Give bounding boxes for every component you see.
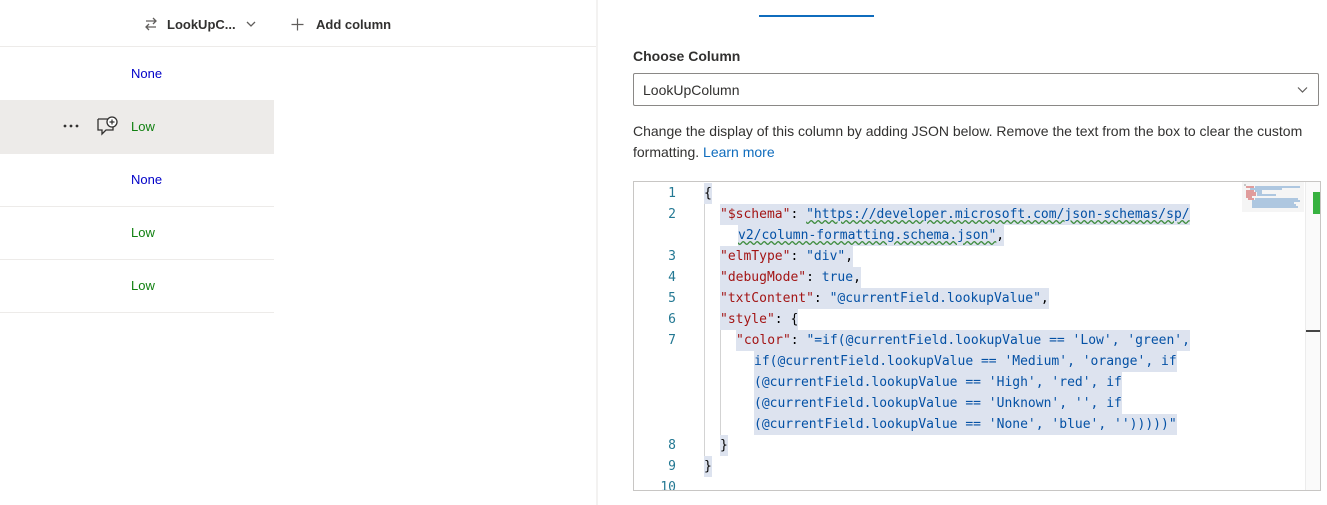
table-row[interactable]: None: [0, 48, 274, 101]
code-line-wrap: (@currentField.lookupValue == 'None', 'b…: [634, 414, 1306, 435]
line-number: 10: [660, 480, 676, 491]
code-minimap[interactable]: [1242, 182, 1304, 212]
code-line-wrap: if(@currentField.lookupValue == 'Medium'…: [634, 351, 1306, 372]
code-text: }: [720, 435, 728, 456]
lookup-cell: None: [131, 172, 163, 187]
code-line: 4 "debugMode": true,: [634, 267, 1306, 288]
column-dropdown-value: LookUpColumn: [643, 82, 740, 98]
schema-link[interactable]: "https://developer.microsoft.com/json-sc…: [806, 207, 1190, 222]
editor-scrollbar[interactable]: [1305, 182, 1320, 490]
code-text: "elmType": "div",: [720, 246, 854, 267]
line-number: 8: [668, 438, 676, 453]
scroll-position-marker: [1306, 330, 1320, 332]
line-number: 2: [668, 207, 676, 222]
line-number: 5: [668, 291, 676, 306]
line-number: 6: [668, 312, 676, 327]
add-column-label: Add column: [316, 16, 392, 32]
code-line-wrap: (@currentField.lookupValue == 'Unknown',…: [634, 393, 1306, 414]
list-view: LookUpC... Add column None Low None Low: [0, 0, 598, 505]
format-description: Change the display of this column by add…: [633, 121, 1323, 163]
code-text: (@currentField.lookupValue == 'None', 'b…: [754, 414, 1177, 435]
table-row[interactable]: Low: [0, 207, 274, 260]
code-text: }: [704, 456, 712, 477]
code-line: 9 }: [634, 456, 1306, 477]
plus-icon: [291, 18, 304, 30]
code-line: 2 "$schema": "https://developer.microsof…: [634, 204, 1306, 225]
lookup-cell: Low: [131, 225, 155, 240]
code-text: "$schema": "https://developer.microsoft.…: [720, 204, 1190, 225]
column-header-lookup[interactable]: LookUpC...: [143, 15, 256, 33]
lookup-arrows-icon: [145, 17, 157, 31]
json-code-editor[interactable]: 1 { 2 "$schema": "https://developer.micr…: [633, 181, 1321, 491]
code-line-wrap: (@currentField.lookupValue == 'High', 'r…: [634, 372, 1306, 393]
code-text: if(@currentField.lookupValue == 'Medium'…: [754, 351, 1177, 372]
lookup-cell: Low: [131, 119, 155, 134]
table-row[interactable]: Low: [0, 260, 274, 313]
indent-guide: [704, 204, 705, 456]
line-number: 7: [668, 333, 676, 348]
learn-more-link[interactable]: Learn more: [703, 144, 775, 160]
lookup-cell: None: [131, 66, 163, 81]
table-row[interactable]: Low: [0, 101, 274, 154]
more-icon[interactable]: [62, 123, 80, 129]
code-text: "txtContent": "@currentField.lookupValue…: [720, 288, 1049, 309]
indent-guide: [720, 330, 721, 435]
lookup-cell: Low: [131, 278, 155, 293]
comment-add-icon[interactable]: [96, 116, 118, 136]
code-text: "style": {: [720, 309, 799, 330]
code-text: "color": "=if(@currentField.lookupValue …: [736, 330, 1190, 351]
code-text: (@currentField.lookupValue == 'High', 'r…: [754, 372, 1122, 393]
schema-link[interactable]: v2/column-formatting.schema.json": [738, 228, 996, 243]
active-tab-indicator: [759, 15, 874, 17]
table-row[interactable]: None: [0, 154, 274, 207]
code-line: 3 "elmType": "div",: [634, 246, 1306, 267]
column-header-lookup-label: LookUpC...: [167, 16, 236, 32]
code-line: 5 "txtContent": "@currentField.lookupVal…: [634, 288, 1306, 309]
code-text: {: [704, 183, 712, 204]
scroll-thumb[interactable]: [1313, 192, 1320, 214]
code-line: 10: [634, 477, 1306, 491]
chevron-down-icon: [1297, 87, 1308, 93]
line-number: 9: [668, 459, 676, 474]
format-column-panel: Choose Column LookUpColumn Change the di…: [598, 0, 1327, 505]
line-number: 4: [668, 270, 676, 285]
choose-column-label: Choose Column: [633, 48, 741, 64]
code-text: (@currentField.lookupValue == 'Unknown',…: [754, 393, 1122, 414]
column-header-bar: LookUpC... Add column: [0, 0, 598, 47]
code-line-wrap: v2/column-formatting.schema.json",: [634, 225, 1306, 246]
code-line: 8 }: [634, 435, 1306, 456]
code-line: 7 "color": "=if(@currentField.lookupValu…: [634, 330, 1306, 351]
code-text: v2/column-formatting.schema.json",: [738, 225, 1005, 246]
chevron-down-icon[interactable]: [246, 19, 256, 29]
code-text: "debugMode": true,: [720, 267, 861, 288]
column-dropdown[interactable]: LookUpColumn: [633, 73, 1319, 106]
code-line: 6 "style": {: [634, 309, 1306, 330]
add-column-button[interactable]: Add column: [291, 15, 391, 33]
line-number: 3: [668, 249, 676, 264]
line-number: 1: [668, 186, 676, 201]
code-line: 1 {: [634, 183, 1306, 204]
